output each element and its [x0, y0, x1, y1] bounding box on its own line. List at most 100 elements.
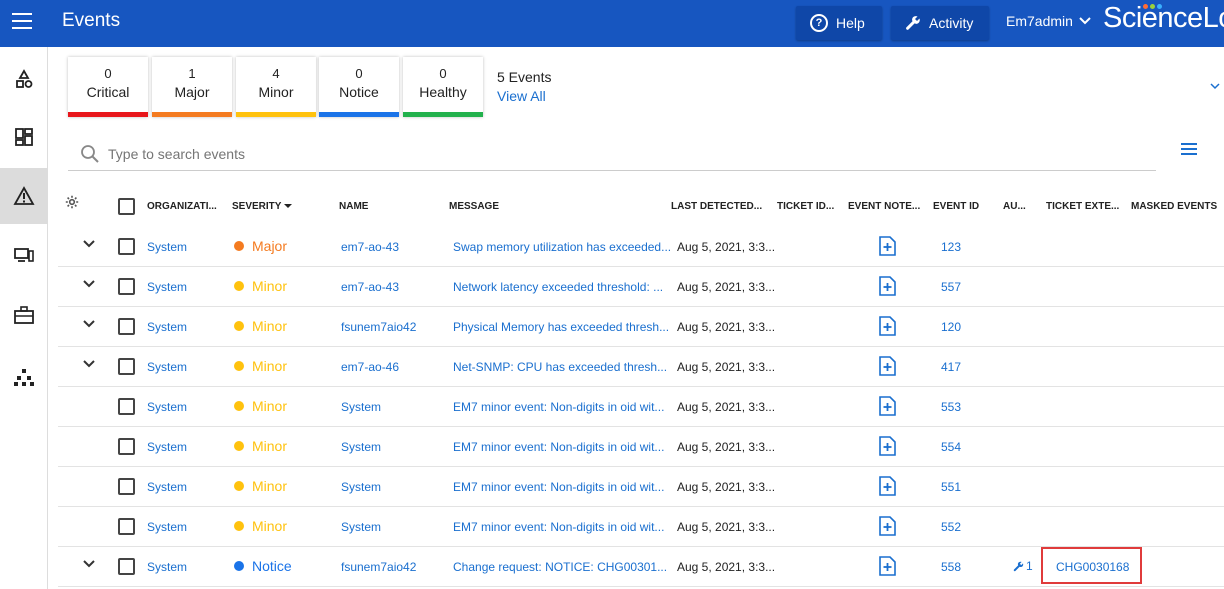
add-note-icon[interactable]: [878, 396, 896, 416]
row-checkbox[interactable]: [118, 238, 135, 255]
cell-event-id[interactable]: 557: [941, 280, 961, 294]
row-checkbox[interactable]: [118, 278, 135, 295]
cell-event-id[interactable]: 120: [941, 320, 961, 334]
table-row[interactable]: System Major em7-ao-43 Swap memory utilizat…: [58, 227, 1224, 267]
cell-message[interactable]: Net-SNMP: CPU has exceeded thresh...: [453, 360, 667, 374]
column-header-name[interactable]: NAME: [339, 201, 368, 212]
table-row[interactable]: System Minor em7-ao-46 Net-SNMP: CPU has ex…: [58, 347, 1224, 387]
cell-event-id[interactable]: 552: [941, 520, 961, 534]
cell-event-id[interactable]: 551: [941, 480, 961, 494]
sidebar-item-devices[interactable]: [0, 51, 48, 107]
row-checkbox[interactable]: [118, 478, 135, 495]
help-button[interactable]: ? Help: [796, 6, 882, 40]
cell-organization[interactable]: System: [147, 400, 187, 414]
table-row[interactable]: System Minor System EM7 minor event: Non-di…: [58, 467, 1224, 507]
column-header-masked-events[interactable]: MASKED EVENTS: [1131, 201, 1217, 212]
user-menu[interactable]: Em7admin: [1006, 13, 1091, 29]
tile-minor[interactable]: 4 Minor: [236, 57, 316, 117]
table-row[interactable]: System Minor System EM7 minor event: Non-di…: [58, 387, 1224, 427]
cell-automation[interactable]: 1: [1013, 559, 1033, 573]
select-all-checkbox[interactable]: [118, 198, 135, 215]
column-header-event-id[interactable]: EVENT ID: [933, 201, 979, 212]
column-header-organization[interactable]: ORGANIZATI...: [147, 201, 217, 212]
cell-organization[interactable]: System: [147, 360, 187, 374]
cell-organization[interactable]: System: [147, 240, 187, 254]
cell-name[interactable]: System: [341, 520, 381, 534]
hamburger-menu-icon[interactable]: [12, 13, 32, 31]
cell-organization[interactable]: System: [147, 560, 187, 574]
add-note-icon[interactable]: [878, 356, 896, 376]
table-row[interactable]: System Minor fsunem7aio42 Physical Memory h…: [58, 307, 1224, 347]
row-checkbox[interactable]: [118, 558, 135, 575]
cell-event-id[interactable]: 554: [941, 440, 961, 454]
cell-message[interactable]: Change request: NOTICE: CHG00301...: [453, 560, 667, 574]
row-checkbox[interactable]: [118, 518, 135, 535]
cell-message[interactable]: EM7 minor event: Non-digits in oid wit..…: [453, 400, 664, 414]
activity-button[interactable]: Activity: [891, 6, 989, 40]
add-note-icon[interactable]: [878, 236, 896, 256]
cell-name[interactable]: em7-ao-43: [341, 280, 399, 294]
cell-name[interactable]: System: [341, 400, 381, 414]
tile-notice[interactable]: 0 Notice: [319, 57, 399, 117]
cell-event-id[interactable]: 558: [941, 560, 961, 574]
cell-event-id[interactable]: 123: [941, 240, 961, 254]
cell-event-id[interactable]: 553: [941, 400, 961, 414]
cell-message[interactable]: EM7 minor event: Non-digits in oid wit..…: [453, 520, 664, 534]
cell-message[interactable]: Network latency exceeded threshold: ...: [453, 280, 663, 294]
column-header-ticket-id[interactable]: TICKET ID...: [777, 201, 834, 212]
chevron-down-icon[interactable]: [82, 239, 96, 249]
sidebar-item-dashboards[interactable]: [0, 109, 48, 165]
cell-name[interactable]: em7-ao-43: [341, 240, 399, 254]
row-checkbox[interactable]: [118, 438, 135, 455]
cell-event-id[interactable]: 417: [941, 360, 961, 374]
sidebar-item-events[interactable]: [0, 168, 48, 224]
tile-major[interactable]: 1 Major: [152, 57, 232, 117]
tile-healthy[interactable]: 0 Healthy: [403, 57, 483, 117]
table-row[interactable]: System Minor em7-ao-43 Network latency exce…: [58, 267, 1224, 307]
row-checkbox[interactable]: [118, 318, 135, 335]
table-row[interactable]: System Minor System EM7 minor event: Non-di…: [58, 427, 1224, 467]
cell-name[interactable]: System: [341, 440, 381, 454]
chevron-down-icon[interactable]: [1210, 82, 1220, 90]
cell-organization[interactable]: System: [147, 480, 187, 494]
column-header-ticket-external[interactable]: TICKET EXTE...: [1046, 201, 1119, 212]
sidebar-item-device-components[interactable]: [0, 227, 48, 283]
add-note-icon[interactable]: [878, 276, 896, 296]
chevron-down-icon[interactable]: [82, 279, 96, 289]
add-note-icon[interactable]: [878, 556, 896, 576]
chevron-down-icon[interactable]: [82, 559, 96, 569]
cell-name[interactable]: em7-ao-46: [341, 360, 399, 374]
tile-critical[interactable]: 0 Critical: [68, 57, 148, 117]
cell-organization[interactable]: System: [147, 440, 187, 454]
view-all-link[interactable]: View All: [497, 88, 546, 104]
cell-message[interactable]: Physical Memory has exceeded thresh...: [453, 320, 669, 334]
chevron-down-icon[interactable]: [82, 319, 96, 329]
add-note-icon[interactable]: [878, 476, 896, 496]
cell-message[interactable]: Swap memory utilization has exceeded...: [453, 240, 671, 254]
cell-organization[interactable]: System: [147, 520, 187, 534]
cell-organization[interactable]: System: [147, 320, 187, 334]
chevron-down-icon[interactable]: [82, 359, 96, 369]
add-note-icon[interactable]: [878, 516, 896, 536]
column-header-event-note[interactable]: EVENT NOTE...: [848, 201, 920, 212]
column-header-severity[interactable]: SEVERITY: [232, 201, 293, 212]
cell-name[interactable]: System: [341, 480, 381, 494]
cell-name[interactable]: fsunem7aio42: [341, 320, 416, 334]
column-menu-icon[interactable]: [1181, 143, 1197, 158]
cell-name[interactable]: fsunem7aio42: [341, 560, 416, 574]
add-note-icon[interactable]: [878, 436, 896, 456]
column-header-message[interactable]: MESSAGE: [449, 201, 499, 212]
cell-organization[interactable]: System: [147, 280, 187, 294]
cell-message[interactable]: EM7 minor event: Non-digits in oid wit..…: [453, 440, 664, 454]
column-header-last-detected[interactable]: LAST DETECTED...: [671, 201, 762, 212]
column-header-au[interactable]: AU...: [1003, 201, 1026, 212]
table-row[interactable]: System Minor System EM7 minor event: Non-di…: [58, 507, 1224, 547]
sidebar-item-business-services[interactable]: [0, 287, 48, 343]
gear-icon[interactable]: [65, 195, 79, 209]
cell-message[interactable]: EM7 minor event: Non-digits in oid wit..…: [453, 480, 664, 494]
search-input[interactable]: [108, 145, 708, 162]
row-checkbox[interactable]: [118, 398, 135, 415]
row-checkbox[interactable]: [118, 358, 135, 375]
add-note-icon[interactable]: [878, 316, 896, 336]
sidebar-item-topology[interactable]: [0, 349, 48, 405]
